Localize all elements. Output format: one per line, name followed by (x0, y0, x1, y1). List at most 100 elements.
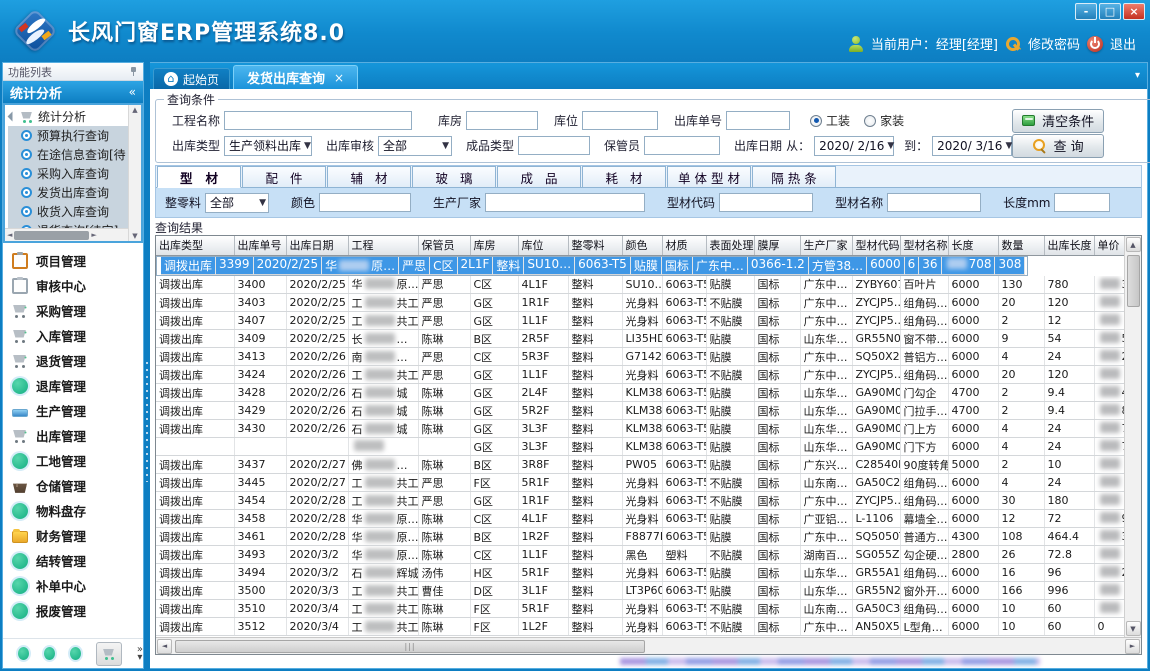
table-row[interactable]: 调拨出库34452020/2/27工共工程严思F区5R1F整料光身料6063-T… (156, 474, 1124, 492)
tree-vertical-scrollbar[interactable]: ▲▼ (128, 105, 141, 241)
tab-home[interactable]: ⌂ 起始页 (153, 68, 230, 89)
sidebar-item-9[interactable]: 仓储管理 (12, 473, 143, 498)
dot-icon[interactable] (18, 647, 29, 660)
scroll-up-icon[interactable]: ▲ (132, 106, 137, 114)
scroll-down-icon[interactable]: ▼ (1126, 621, 1141, 636)
column-header-13[interactable]: 型材代码 (852, 236, 900, 255)
scroll-right-icon[interactable]: ► (91, 231, 96, 239)
sidebar-item-13[interactable]: 补单中心 (12, 573, 143, 598)
product-type-input[interactable] (518, 136, 590, 155)
column-header-9[interactable]: 材质 (662, 236, 706, 255)
table-row[interactable]: 调拨出库34372020/2/27佛…陈琳B区3R8F整料PW056063-T5… (156, 456, 1124, 474)
material-tab-3[interactable]: 玻 璃 (412, 166, 496, 187)
pin-icon[interactable] (129, 67, 138, 76)
length-input[interactable] (1054, 193, 1110, 212)
scrollbar-thumb[interactable] (1127, 255, 1140, 307)
whole-part-select[interactable]: 全部▼ (205, 193, 269, 213)
expander-icon[interactable] (8, 112, 18, 122)
manufacturer-input[interactable] (485, 193, 645, 212)
tree-item-5[interactable]: 退货查询[待定] (8, 221, 128, 228)
table-row[interactable]: 调拨出库34302020/2/26石城陈琳G区3L3F整料KLM38176063… (156, 420, 1124, 438)
grid-horizontal-scrollbar[interactable]: ◄ ||| ► (156, 637, 1141, 654)
table-row[interactable]: 调拨出库35002020/3/3工共工程曹佳D区3L1F整料LT3P606063… (156, 582, 1124, 600)
sidebar-item-3[interactable]: 入库管理 (12, 323, 143, 348)
table-row[interactable]: 调拨出库34032020/2/25工共工程严思G区1R1F整料光身料6063-T… (156, 294, 1124, 312)
minimize-button[interactable]: - (1075, 3, 1097, 20)
column-header-0[interactable]: 出库类型 (156, 236, 234, 255)
tree-root[interactable]: 统计分析 (8, 107, 128, 126)
scroll-down-icon[interactable]: ▼ (132, 232, 137, 240)
scroll-up-icon[interactable]: ▲ (1126, 237, 1141, 252)
logout-link[interactable]: 退出 (1110, 34, 1136, 53)
date-to-select[interactable]: 2020/ 3/16▼ (932, 136, 1012, 156)
sidebar-item-8[interactable]: 工地管理 (12, 448, 143, 473)
column-header-4[interactable]: 保管员 (418, 236, 470, 255)
dot-icon[interactable] (44, 647, 55, 660)
table-row[interactable]: 调拨出库34932020/3/2华原…陈琳C区1L1F整料黑色塑料不贴膜国标湖南… (156, 546, 1124, 564)
cart-toolbar-button[interactable] (96, 642, 122, 666)
column-header-2[interactable]: 出库日期 (286, 236, 348, 255)
material-tab-2[interactable]: 辅 材 (327, 166, 411, 187)
table-row[interactable]: 调拨出库34072020/2/25工共工程严思G区1L1F整料光身料6063-T… (156, 312, 1124, 330)
warehouse-input[interactable] (466, 111, 538, 130)
tab-close-icon[interactable]: × (334, 71, 344, 85)
out-type-select[interactable]: 生产领料出库▼ (224, 136, 312, 156)
table-row[interactable]: 调拨出库34132020/2/26南…严思C区5R3F整料G714226063-… (156, 348, 1124, 366)
close-button[interactable]: × (1123, 3, 1145, 20)
table-row[interactable]: 调拨出库34542020/2/28工共工程严思G区1R1F整料光身料6063-T… (156, 492, 1124, 510)
keeper-input[interactable] (644, 136, 720, 155)
sidebar-item-10[interactable]: 物料盘存 (12, 498, 143, 523)
table-row[interactable]: 调拨出库34002020/2/25华原…严思C区4L1F整料SU10…6063-… (156, 276, 1124, 294)
column-header-11[interactable]: 膜厚 (754, 236, 800, 255)
table-row[interactable]: 调拨出库34612020/2/28华原…陈琳B区1R2F整料F8877FT606… (156, 528, 1124, 546)
table-row[interactable]: 调拨出库33992020/2/25华原…严思C区2L1F整料SU10…6063-… (156, 256, 1028, 276)
sidebar-section-header[interactable]: 统计分析 « (3, 81, 143, 103)
profile-name-input[interactable] (887, 193, 981, 212)
scrollbar-thumb[interactable] (14, 231, 89, 240)
sidebar-item-6[interactable]: 生产管理 (12, 398, 143, 423)
sidebar-item-2[interactable]: 采购管理 (12, 298, 143, 323)
column-header-15[interactable]: 长度 (948, 236, 998, 255)
table-row[interactable]: 调拨出库34292020/2/26石城陈琳G区5R2F整料KLM38176063… (156, 402, 1124, 420)
material-tab-4[interactable]: 成 品 (497, 166, 581, 187)
scrollbar-thumb[interactable]: ||| (175, 640, 645, 653)
table-row[interactable]: 调拨出库34092020/2/25长…陈琳B区2R5F整料LI35HD6063-… (156, 330, 1124, 348)
column-header-12[interactable]: 生产厂家 (800, 236, 852, 255)
column-header-5[interactable]: 库房 (470, 236, 518, 255)
scroll-right-icon[interactable]: ► (1125, 639, 1140, 654)
column-header-3[interactable]: 工程 (348, 236, 418, 255)
sidebar-item-1[interactable]: 审核中心 (12, 273, 143, 298)
order-no-input[interactable] (726, 111, 790, 130)
dot-icon[interactable] (70, 647, 81, 660)
column-header-7[interactable]: 整零料 (568, 236, 622, 255)
column-header-16[interactable]: 数量 (998, 236, 1044, 255)
column-header-14[interactable]: 型材名称 (900, 236, 948, 255)
table-row[interactable]: 调拨出库34582020/2/28华原…陈琳C区4L1F整料光身料6063-T5… (156, 510, 1124, 528)
column-header-17[interactable]: 出库长度 (1044, 236, 1094, 255)
column-header-10[interactable]: 表面处理 (706, 236, 754, 255)
table-row[interactable]: 调拨出库35102020/3/4工共工程陈琳F区5R1F整料光身料6063-T5… (156, 600, 1124, 618)
column-header-8[interactable]: 颜色 (622, 236, 662, 255)
profile-code-input[interactable] (719, 193, 813, 212)
audit-select[interactable]: 全部▼ (378, 136, 452, 156)
radio-option-0[interactable]: 工装 (810, 112, 850, 129)
maximize-button[interactable]: □ (1099, 3, 1121, 20)
sidebar-item-14[interactable]: 报废管理 (12, 598, 143, 623)
tree-item-4[interactable]: 收货入库查询 (8, 202, 128, 221)
table-row[interactable]: 调拨出库35122020/3/4工共工程陈琳F区1L2F整料光身料6063-T5… (156, 618, 1124, 636)
radio-option-1[interactable]: 家装 (864, 112, 904, 129)
tree-horizontal-scrollbar[interactable]: ◄► (5, 228, 128, 241)
column-header-6[interactable]: 库位 (518, 236, 568, 255)
table-row[interactable]: 调拨出库34242020/2/26工共工程严思G区1L1F整料光身料6063-T… (156, 366, 1124, 384)
material-tab-6[interactable]: 单 体 型 材 (667, 166, 751, 187)
sidebar-item-7[interactable]: 出库管理 (12, 423, 143, 448)
sidebar-item-5[interactable]: 退库管理 (12, 373, 143, 398)
scroll-left-icon[interactable]: ◄ (157, 639, 172, 654)
tree-item-1[interactable]: 在途信息查询[待 (8, 145, 128, 164)
project-name-input[interactable] (224, 111, 412, 130)
column-header-1[interactable]: 出库单号 (234, 236, 286, 255)
change-password-link[interactable]: 修改密码 (1028, 34, 1080, 53)
column-header-18[interactable]: 单价 (1094, 236, 1124, 255)
search-button[interactable]: 查 询 (1012, 134, 1104, 158)
material-tab-7[interactable]: 隔 热 条 (752, 166, 836, 187)
